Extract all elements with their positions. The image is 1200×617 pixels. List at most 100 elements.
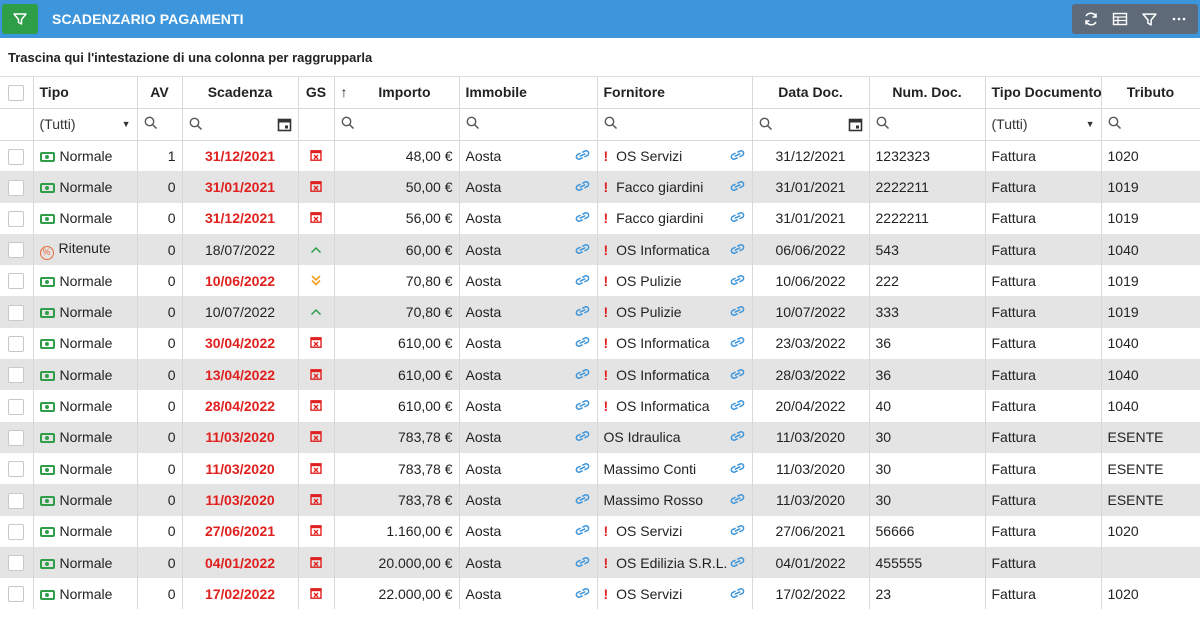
- fornitore-value: OS Informatica: [616, 366, 710, 383]
- select-all-checkbox[interactable]: [8, 84, 25, 101]
- calendar-icon[interactable]: [848, 117, 863, 132]
- column-header-tipo-documento[interactable]: Tipo Documento: [985, 77, 1102, 109]
- link-icon[interactable]: [574, 304, 591, 320]
- cell-scadenza: 28/04/2022: [182, 390, 299, 422]
- link-icon[interactable]: [574, 586, 591, 602]
- cell-scadenza: 27/06/2021: [182, 515, 299, 547]
- link-icon[interactable]: [729, 555, 746, 571]
- link-icon[interactable]: [574, 179, 591, 195]
- column-header-num-doc[interactable]: Num. Doc.: [869, 77, 986, 109]
- warning-icon: !: [603, 554, 609, 571]
- cell-tributo: 1020: [1101, 578, 1200, 610]
- fornitore-value: OS Informatica: [616, 335, 710, 352]
- filter-data-doc[interactable]: [752, 108, 870, 141]
- table-row[interactable]: Normale 0 17/02/2022 22.000,00 € Aosta! OS Se…: [0, 578, 1200, 610]
- table-row[interactable]: % Ritenute 0 18/07/2022 60,00 € Aosta! OS Info…: [0, 233, 1200, 266]
- link-icon[interactable]: [729, 335, 746, 351]
- link-icon[interactable]: [729, 242, 746, 258]
- column-header-gs[interactable]: GS: [298, 77, 335, 109]
- filter-importo[interactable]: [334, 108, 460, 141]
- filter-panel-button[interactable]: [2, 4, 38, 34]
- table-row[interactable]: Normale 0 10/07/2022 70,80 € Aosta! OS Pulizi…: [0, 296, 1200, 328]
- column-header-scadenza[interactable]: Scadenza: [182, 77, 299, 109]
- table-row[interactable]: Normale 1 31/12/2021 48,00 € Aosta! OS Serviz…: [0, 140, 1200, 172]
- link-icon[interactable]: [574, 335, 591, 351]
- link-icon[interactable]: [574, 523, 591, 539]
- column-header-fornitore[interactable]: Fornitore: [597, 77, 753, 109]
- table-row[interactable]: Normale 0 31/12/2021 56,00 € Aosta! Facco gia…: [0, 202, 1200, 234]
- filter-scadenza[interactable]: [182, 108, 299, 141]
- row-checkbox[interactable]: [8, 367, 25, 384]
- row-checkbox[interactable]: [8, 523, 25, 540]
- link-icon[interactable]: [729, 367, 746, 383]
- row-checkbox[interactable]: [8, 461, 25, 478]
- column-header-tributo[interactable]: Tributo: [1101, 77, 1200, 109]
- filter-immobile[interactable]: [459, 108, 598, 141]
- link-icon[interactable]: [729, 492, 746, 508]
- link-icon[interactable]: [574, 367, 591, 383]
- link-icon[interactable]: [729, 429, 746, 445]
- link-icon[interactable]: [574, 492, 591, 508]
- row-checkbox[interactable]: [8, 429, 25, 446]
- table-row[interactable]: Normale 0 10/06/2022 70,80 € Aosta! OS Pulizi…: [0, 265, 1200, 297]
- table-row[interactable]: Normale 0 28/04/2022 610,00 € Aosta! OS Infor…: [0, 390, 1200, 422]
- row-checkbox[interactable]: [8, 555, 25, 572]
- row-checkbox[interactable]: [8, 242, 25, 259]
- cell-tributo: [1101, 546, 1200, 579]
- row-checkbox[interactable]: [8, 586, 25, 603]
- link-icon[interactable]: [574, 210, 591, 226]
- cell-immobile: Aosta: [459, 233, 598, 266]
- table-row[interactable]: Normale 0 27/06/2021 1.160,00 € Aosta! OS Ser…: [0, 515, 1200, 547]
- row-checkbox[interactable]: [8, 336, 25, 353]
- row-checkbox[interactable]: [8, 148, 25, 165]
- row-checkbox[interactable]: [8, 273, 25, 290]
- link-icon[interactable]: [729, 273, 746, 289]
- link-icon[interactable]: [729, 461, 746, 477]
- link-icon[interactable]: [729, 210, 746, 226]
- refresh-button[interactable]: [1077, 7, 1105, 31]
- link-icon[interactable]: [729, 148, 746, 164]
- filter-tipo[interactable]: (Tutti) ▼: [33, 108, 138, 141]
- link-icon[interactable]: [574, 273, 591, 289]
- row-checkbox[interactable]: [8, 210, 25, 227]
- search-icon: [1108, 116, 1121, 129]
- column-chooser-button[interactable]: [1106, 7, 1134, 31]
- table-row[interactable]: Normale 0 31/01/2021 50,00 € Aosta! Facco gia…: [0, 171, 1200, 203]
- row-checkbox[interactable]: [8, 304, 25, 321]
- column-header-tipo[interactable]: Tipo: [33, 77, 138, 109]
- link-icon[interactable]: [574, 148, 591, 164]
- table-row[interactable]: Normale 0 11/03/2020 783,78 € Aosta Massimo C…: [0, 452, 1200, 485]
- link-icon[interactable]: [574, 429, 591, 445]
- filter-tributo[interactable]: [1101, 108, 1200, 141]
- link-icon[interactable]: [574, 555, 591, 571]
- table-row[interactable]: Normale 0 11/03/2020 783,78 € Aosta Massimo R…: [0, 484, 1200, 516]
- table-row[interactable]: Normale 0 04/01/2022 20.000,00 € Aosta! OS Ed…: [0, 546, 1200, 579]
- link-icon[interactable]: [574, 242, 591, 258]
- column-header-av[interactable]: AV: [137, 77, 183, 109]
- row-checkbox[interactable]: [8, 398, 25, 415]
- row-checkbox[interactable]: [8, 179, 25, 196]
- filter-tipo-documento[interactable]: (Tutti) ▼: [985, 108, 1102, 141]
- calendar-x-icon: [310, 179, 322, 195]
- column-header-immobile[interactable]: Immobile: [459, 77, 598, 109]
- column-header-importo[interactable]: ↑ Importo: [334, 77, 460, 109]
- table-row[interactable]: Normale 0 30/04/2022 610,00 € Aosta! OS Infor…: [0, 327, 1200, 360]
- column-header-data-doc[interactable]: Data Doc.: [752, 77, 870, 109]
- filter-fornitore[interactable]: [597, 108, 753, 141]
- link-icon[interactable]: [729, 523, 746, 539]
- link-icon[interactable]: [729, 304, 746, 320]
- filter-av[interactable]: [137, 108, 183, 141]
- table-row[interactable]: Normale 0 11/03/2020 783,78 € Aosta OS Idraul…: [0, 421, 1200, 453]
- table-row[interactable]: Normale 0 13/04/2022 610,00 € Aosta! OS Infor…: [0, 359, 1200, 391]
- link-icon[interactable]: [574, 398, 591, 414]
- link-icon[interactable]: [574, 461, 591, 477]
- link-icon[interactable]: [729, 179, 746, 195]
- filter-button[interactable]: [1136, 7, 1164, 31]
- calendar-icon[interactable]: [277, 117, 292, 132]
- link-icon[interactable]: [729, 586, 746, 602]
- link-icon[interactable]: [729, 398, 746, 414]
- more-button[interactable]: [1165, 7, 1193, 31]
- filter-num-doc[interactable]: [869, 108, 986, 141]
- row-checkbox[interactable]: [8, 492, 25, 509]
- group-panel[interactable]: Trascina qui l'intestazione di una colon…: [0, 38, 1200, 77]
